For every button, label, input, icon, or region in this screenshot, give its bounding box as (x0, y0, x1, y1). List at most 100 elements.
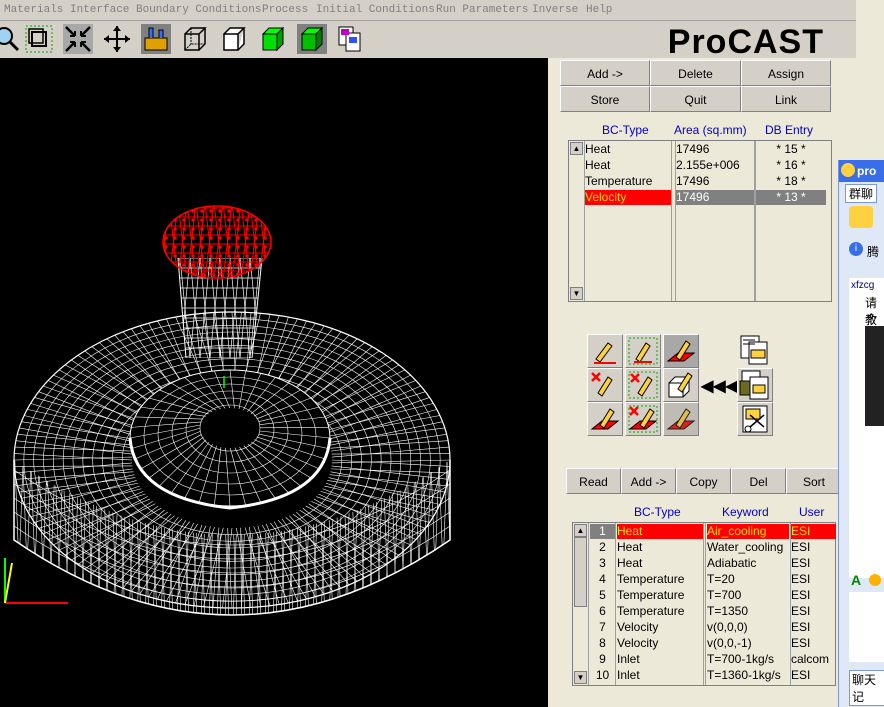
db-row-user[interactable]: ESI (791, 636, 836, 651)
db-row-user[interactable]: ESI (791, 556, 836, 571)
db-row-keyword[interactable]: Water_cooling (707, 540, 789, 555)
assigned-row-type-selected[interactable]: Velocity (585, 190, 671, 205)
db-row-number[interactable]: 8 (590, 636, 615, 651)
pencil-surface-gray-icon[interactable] (663, 402, 699, 436)
page-cube-icon[interactable] (737, 368, 773, 402)
pencil-red-surface-icon[interactable] (587, 402, 623, 436)
menu-run-parameters[interactable]: Run Parameters (436, 4, 528, 16)
menu-help[interactable]: Help (586, 4, 612, 16)
scroll-thumb[interactable] (574, 537, 587, 607)
back-arrows-icon[interactable]: ◀◀◀ (701, 376, 738, 396)
assigned-row-type[interactable]: Heat (585, 158, 671, 173)
bc-link-button[interactable]: Link (741, 86, 831, 112)
page-scissors-icon[interactable] (737, 402, 773, 436)
assigned-bc-list[interactable]: ▲ ▼ Heat 17496 * 15 * Heat 2.155e+006 * … (568, 140, 832, 302)
db-add-button[interactable]: Add -> (621, 468, 676, 494)
db-row-type[interactable]: Velocity (617, 620, 703, 635)
db-row-user[interactable]: ESI (791, 540, 836, 555)
emoji-icon[interactable] (869, 574, 881, 586)
db-row-type[interactable]: Heat (617, 540, 703, 555)
assigned-row-db[interactable]: * 16 * (756, 158, 826, 173)
db-row-keyword[interactable]: v(0,0,0) (707, 620, 789, 635)
assigned-row-db-selected[interactable]: * 13 * (756, 190, 826, 205)
pencil-cube-icon[interactable] (663, 368, 699, 402)
assigned-row-type[interactable]: Temperature (585, 174, 671, 189)
mesh-fill-icon[interactable] (141, 24, 171, 54)
db-row-user[interactable]: calcom (791, 652, 836, 667)
assigned-row-db[interactable]: * 15 * (756, 142, 826, 157)
bc-assign-button[interactable]: Assign (741, 60, 831, 86)
assigned-row-db[interactable]: * 18 * (756, 174, 826, 189)
assigned-row-area-selected[interactable]: 17496 (676, 190, 754, 205)
menu-interface[interactable]: Interface (70, 4, 129, 16)
shrink-icon[interactable] (63, 24, 93, 54)
scroll-down-icon[interactable]: ▼ (570, 287, 583, 300)
scroll-up-icon[interactable]: ▲ (574, 524, 587, 537)
db-row-type[interactable]: Heat (617, 524, 703, 539)
db-row-type[interactable]: Temperature (617, 604, 703, 619)
db-row-number[interactable]: 4 (590, 572, 615, 587)
db-row-keyword[interactable]: T=1350 (707, 604, 789, 619)
pencil-delete-icon[interactable] (587, 368, 623, 402)
db-read-button[interactable]: Read (566, 468, 621, 494)
menu-boundary-conditions[interactable]: Boundary Conditions (136, 4, 261, 16)
chat-history-button[interactable]: 聊天记 (849, 670, 884, 706)
font-icon[interactable]: A (851, 572, 861, 588)
db-row-user[interactable]: ESI (791, 668, 836, 683)
db-row-number[interactable]: 5 (590, 588, 615, 603)
page-edit-icon[interactable] (737, 334, 773, 368)
menu-inverse[interactable]: Inverse (532, 4, 578, 16)
move-icon[interactable] (102, 24, 132, 54)
pencil-surface-icon[interactable] (663, 334, 699, 368)
db-row-keyword[interactable]: T=700 (707, 588, 789, 603)
chat-window-fragment[interactable]: pro 群聊 i 腾 xfzcg 请教 个为 A 聊天记 (838, 160, 884, 707)
db-copy-button[interactable]: Copy (676, 468, 731, 494)
db-row-keyword[interactable]: Air_cooling (707, 524, 789, 539)
menu-initial-conditions[interactable]: Initial Conditions (316, 4, 435, 16)
db-sort-button[interactable]: Sort (786, 468, 842, 494)
pencil-surface-delete-icon[interactable] (625, 402, 661, 436)
db-scrollbar[interactable]: ▲ ▼ (573, 523, 589, 685)
db-row-keyword[interactable]: T=700-1kg/s (707, 652, 789, 667)
db-row-number[interactable]: 2 (590, 540, 615, 555)
db-row-user[interactable]: ESI (791, 572, 836, 587)
db-row-number[interactable]: 10 (590, 668, 615, 683)
db-row-type[interactable]: Inlet (617, 652, 703, 667)
menu-materials[interactable]: Materials (4, 4, 63, 16)
db-row-user[interactable]: ESI (791, 524, 836, 539)
assigned-row-area[interactable]: 2.155e+006 (676, 158, 754, 173)
bc-delete-button[interactable]: Delete (650, 60, 741, 86)
db-row-type[interactable]: Temperature (617, 572, 703, 587)
db-row-keyword[interactable]: v(0,0,-1) (707, 636, 789, 651)
scroll-up-icon[interactable]: ▲ (570, 142, 583, 155)
db-row-type[interactable]: Temperature (617, 588, 703, 603)
cube-outline-icon[interactable] (219, 24, 249, 54)
mesh-viewport[interactable] (0, 58, 548, 707)
db-row-number[interactable]: 3 (590, 556, 615, 571)
pencil-delete-green-icon[interactable] (625, 368, 661, 402)
assigned-scrollbar[interactable]: ▲ ▼ (569, 141, 585, 301)
window-icon[interactable] (24, 24, 54, 54)
cube-green-icon[interactable] (258, 24, 288, 54)
db-row-number[interactable]: 7 (590, 620, 615, 635)
pages-icon[interactable] (336, 24, 366, 54)
db-del-button[interactable]: Del (731, 468, 786, 494)
bc-add-button[interactable]: Add -> (560, 60, 650, 86)
db-row-keyword[interactable]: T=20 (707, 572, 789, 587)
zoom-icon[interactable] (0, 24, 22, 54)
bc-store-button[interactable]: Store (560, 86, 650, 112)
assigned-row-type[interactable]: Heat (585, 142, 671, 157)
pencil-underline-red-icon[interactable] (587, 334, 623, 368)
db-row-keyword[interactable]: T=1360-1kg/s (707, 668, 789, 683)
db-row-user[interactable]: ESI (791, 620, 836, 635)
db-row-type[interactable]: Velocity (617, 636, 703, 651)
db-row-user[interactable]: ESI (791, 604, 836, 619)
scroll-down-icon[interactable]: ▼ (574, 671, 587, 684)
cube-solid-green-icon[interactable] (297, 24, 327, 54)
db-row-number[interactable]: 1 (590, 524, 615, 539)
db-row-keyword[interactable]: Adiabatic (707, 556, 789, 571)
db-row-user[interactable]: ESI (791, 588, 836, 603)
db-row-number[interactable]: 6 (590, 604, 615, 619)
assigned-row-area[interactable]: 17496 (676, 142, 754, 157)
chat-tab-group[interactable]: 群聊 (845, 184, 878, 203)
